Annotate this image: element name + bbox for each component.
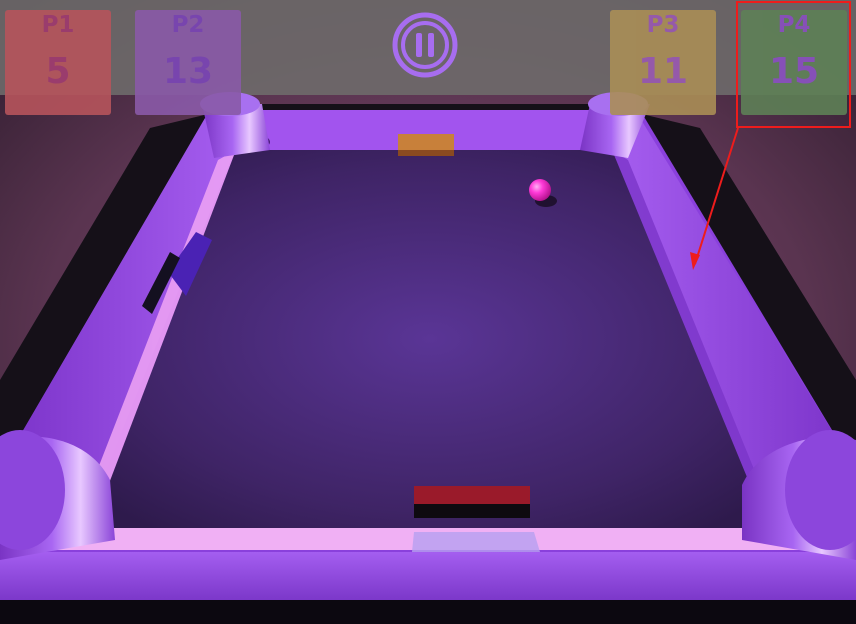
- paddle-bottom: [414, 486, 530, 518]
- paddle-top: [398, 134, 454, 156]
- player-label: P3: [646, 12, 680, 38]
- score-card-p1: P1 5: [5, 10, 111, 115]
- pause-button[interactable]: [392, 12, 458, 78]
- ball: [529, 179, 551, 201]
- score-card-p4: P4 15: [741, 10, 847, 115]
- player-score: 15: [768, 51, 820, 92]
- player-label: P4: [777, 12, 811, 38]
- player-label: P2: [171, 12, 205, 38]
- bottom-shadow: [0, 600, 856, 624]
- score-card-p3: P3 11: [610, 10, 716, 115]
- player-score: 5: [45, 51, 71, 92]
- player-label: P1: [41, 12, 75, 38]
- score-card-p2: P2 13: [135, 10, 241, 115]
- player-score: 11: [637, 51, 689, 92]
- bottom-rail: [0, 552, 856, 602]
- pause-icon: [392, 12, 458, 78]
- player-score: 13: [162, 51, 214, 92]
- paddle-reflection: [412, 532, 540, 552]
- game-board: [0, 0, 856, 624]
